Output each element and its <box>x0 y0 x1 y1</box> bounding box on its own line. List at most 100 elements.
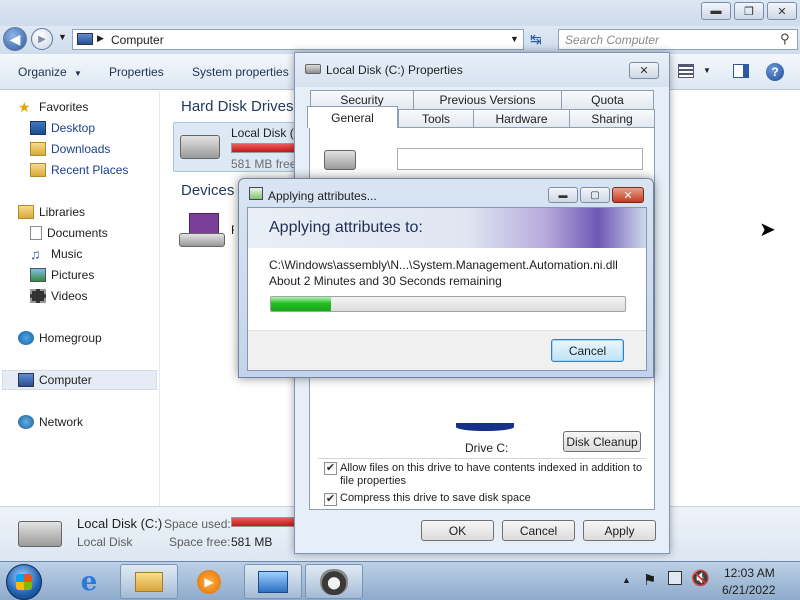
apply-minimize-button[interactable]: ▬ <box>548 187 578 203</box>
minimize-button[interactable]: ▬ <box>701 2 731 20</box>
tab-sharing-label: Sharing <box>591 112 633 126</box>
compress-label[interactable]: Compress this drive to save disk space <box>340 492 531 504</box>
minimize-icon: ▬ <box>710 5 722 17</box>
nav-recent-places[interactable]: Recent Places <box>30 160 128 180</box>
apply-cancel-button[interactable]: Cancel <box>551 339 624 362</box>
floppy-disk-icon <box>189 213 219 235</box>
taskbar-control-panel[interactable] <box>244 564 302 599</box>
nav-desktop-label: Desktop <box>51 121 96 135</box>
navigation-pane: ★ Favorites Desktop Downloads Recent Pla… <box>0 91 160 506</box>
help-icon[interactable]: ? <box>766 63 784 81</box>
compress-checkbox[interactable]: ✔ <box>324 493 337 506</box>
taskbar-explorer[interactable] <box>120 564 178 599</box>
taskbar-raccoon-app[interactable] <box>305 564 363 599</box>
system-properties-button[interactable]: System properties <box>192 65 289 79</box>
properties-button[interactable]: Properties <box>109 65 164 79</box>
minimize-icon: ▬ <box>558 190 568 200</box>
apply-cancel-label: Cancel <box>568 343 607 358</box>
nav-videos[interactable]: Videos <box>30 286 87 306</box>
index-label[interactable]: Allow files on this drive to have conten… <box>340 462 650 488</box>
action-center-flag-icon[interactable]: ⚑ <box>643 571 656 589</box>
clock-time[interactable]: 12:03 AM <box>724 566 775 580</box>
tab-hardware-label: Hardware <box>495 112 548 126</box>
apply-maximize-button[interactable]: ▢ <box>580 187 610 203</box>
hard-disk-group-header[interactable]: Hard Disk Drives <box>181 98 294 115</box>
disk-cleanup-button[interactable]: Disk Cleanup <box>563 431 641 452</box>
apply-time-remaining: About 2 Minutes and 30 Seconds remaining <box>269 274 502 288</box>
preview-pane-icon[interactable] <box>733 64 749 78</box>
local-disk-usage-fill <box>232 144 302 152</box>
restore-icon: ❐ <box>744 5 754 18</box>
tab-sharing[interactable]: Sharing <box>569 109 655 128</box>
nav-homegroup[interactable]: Homegroup <box>18 328 102 348</box>
drive-name-input[interactable] <box>397 148 643 170</box>
search-placeholder: Search Computer <box>565 33 660 47</box>
desktop-icon <box>30 121 46 135</box>
star-icon: ★ <box>18 99 31 115</box>
apply-dialog-title: Applying attributes... <box>268 189 377 203</box>
nav-desktop[interactable]: Desktop <box>30 118 95 138</box>
show-hidden-icons[interactable]: ▲ <box>622 575 631 585</box>
organize-button[interactable]: Organize ▼ <box>18 65 82 79</box>
drive-icon <box>305 64 321 74</box>
forward-button[interactable]: ▶ <box>31 28 53 50</box>
nav-favorites[interactable]: ★ Favorites <box>18 97 88 117</box>
nav-documents[interactable]: Documents <box>30 223 108 243</box>
nav-music[interactable]: ♫ Music <box>30 244 82 264</box>
restore-button[interactable]: ❐ <box>734 2 764 20</box>
windows-logo-icon <box>16 574 32 590</box>
properties-titlebar: Local Disk (C:) Properties ✕ <box>295 53 669 87</box>
drive-letter-label: Drive C: <box>465 441 509 455</box>
network-tray-icon[interactable] <box>668 571 682 585</box>
nav-network[interactable]: Network <box>18 412 83 432</box>
ok-label: OK <box>448 523 467 538</box>
nav-downloads-label: Downloads <box>51 142 111 156</box>
tab-quota[interactable]: Quota <box>561 90 654 109</box>
address-dropdown-icon[interactable]: ▼ <box>510 34 519 44</box>
apply-close-button[interactable]: ✕ <box>612 187 644 203</box>
nav-pictures[interactable]: Pictures <box>30 265 94 285</box>
search-icon[interactable]: ⚲ <box>780 31 790 47</box>
start-button[interactable] <box>6 564 42 600</box>
details-type: Local Disk <box>77 535 133 549</box>
apply-button[interactable]: Apply <box>583 520 656 541</box>
breadcrumb-chevron-icon[interactable]: ▶ <box>97 33 104 44</box>
tab-hardware[interactable]: Hardware <box>473 109 570 128</box>
close-button[interactable]: ✕ <box>767 2 797 20</box>
volume-muted-icon[interactable]: 🔇 <box>691 569 710 587</box>
folder-icon <box>135 571 163 592</box>
close-icon: ✕ <box>777 5 787 18</box>
refresh-icon[interactable]: ↹ <box>530 31 542 48</box>
recent-pages-dropdown-icon[interactable]: ▼ <box>58 32 67 42</box>
disk-cleanup-label: Disk Cleanup <box>566 434 638 449</box>
tab-general[interactable]: General <box>307 106 398 128</box>
nav-libraries[interactable]: Libraries <box>18 202 85 222</box>
index-checkbox[interactable]: ✔ <box>324 462 337 475</box>
taskbar-media-player[interactable]: ▶ <box>180 564 238 599</box>
control-panel-icon <box>258 570 288 593</box>
back-button[interactable]: ◀ <box>3 27 27 51</box>
clock-date[interactable]: 6/21/2022 <box>722 583 775 597</box>
computer-icon <box>18 373 34 387</box>
space-used-label: Space used: <box>164 517 231 531</box>
arrow-left-icon: ◀ <box>9 30 21 47</box>
local-disk-item[interactable]: Local Disk (C:) 581 MB free <box>173 122 310 172</box>
apply-dialog-content: Applying attributes to: C:\Windows\assem… <box>247 207 647 371</box>
cancel-button[interactable]: Cancel <box>502 520 575 541</box>
properties-close-button[interactable]: ✕ <box>629 62 659 79</box>
ok-button[interactable]: OK <box>421 520 494 541</box>
taskbar-internet-explorer[interactable]: e <box>60 564 118 599</box>
view-dropdown-icon[interactable]: ▼ <box>703 66 711 75</box>
libraries-icon <box>18 205 34 219</box>
tab-previous-versions[interactable]: Previous Versions <box>413 90 562 109</box>
breadcrumb-computer[interactable]: Computer <box>111 33 164 47</box>
search-input[interactable]: Search Computer ⚲ <box>558 29 798 50</box>
nav-downloads[interactable]: Downloads <box>30 139 110 159</box>
apply-progress-bar <box>270 296 626 312</box>
view-options-icon[interactable] <box>678 64 694 78</box>
music-icon: ♫ <box>30 246 41 262</box>
address-bar[interactable]: ▶ Computer ▼ <box>72 29 524 50</box>
nav-computer[interactable]: Computer <box>2 370 157 390</box>
tab-tools[interactable]: Tools <box>398 109 474 128</box>
space-free-label: Space free: <box>169 535 231 549</box>
